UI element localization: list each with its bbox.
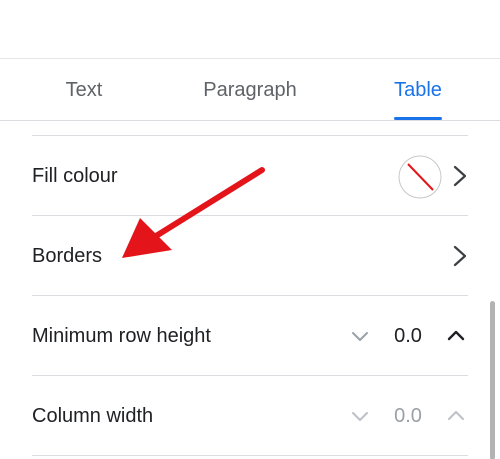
top-blank-area [0, 0, 500, 58]
minimum-row-height-value[interactable]: 0.0 [388, 296, 428, 376]
no-fill-swatch-icon[interactable] [398, 155, 442, 199]
chevron-right-icon[interactable] [452, 244, 468, 268]
chevron-up-icon[interactable] [446, 326, 466, 346]
chevron-up-icon[interactable] [446, 406, 466, 426]
chevron-down-icon[interactable] [350, 406, 370, 426]
active-tab-indicator [394, 117, 442, 120]
minimum-row-height-row: Minimum row height 0.0 [32, 296, 468, 376]
divider [32, 455, 468, 456]
column-width-value[interactable]: 0.0 [388, 376, 428, 456]
column-width-row: Column width 0.0 [32, 376, 468, 456]
screen: Text Paragraph Table Fill colour Borders [0, 0, 500, 459]
format-tabs: Text Paragraph Table [0, 59, 500, 121]
tab-table[interactable]: Table [378, 59, 458, 121]
chevron-right-icon[interactable] [452, 164, 468, 188]
borders-label: Borders [32, 245, 103, 267]
minimum-row-height-label: Minimum row height [32, 325, 211, 347]
tab-text[interactable]: Text [32, 59, 136, 121]
column-width-label: Column width [32, 405, 154, 427]
tab-paragraph[interactable]: Paragraph [184, 59, 316, 121]
annotation-arrow [122, 167, 265, 258]
chevron-down-icon[interactable] [350, 326, 370, 346]
scrollbar[interactable] [490, 301, 495, 459]
fill-colour-label: Fill colour [32, 165, 118, 187]
